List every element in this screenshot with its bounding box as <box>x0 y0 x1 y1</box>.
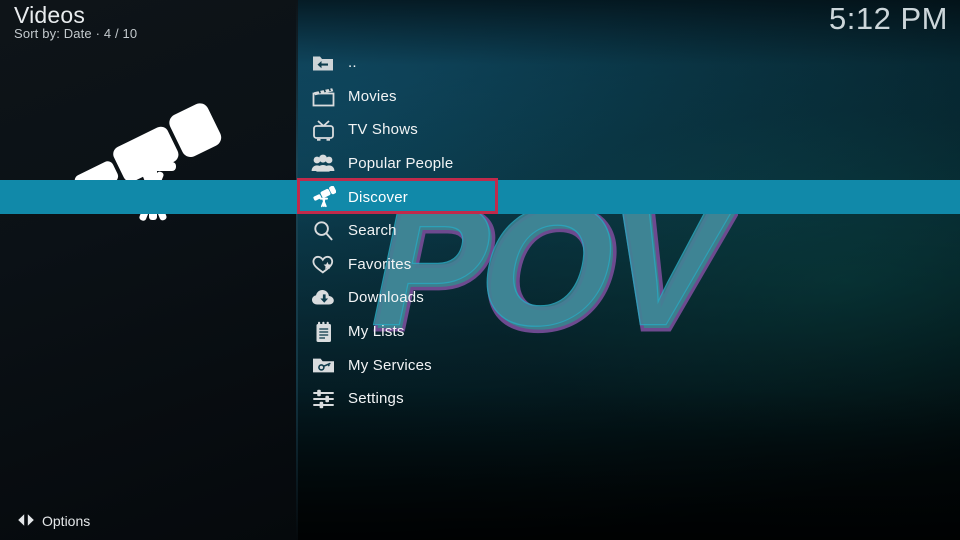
menu-item-search[interactable]: Search <box>0 214 960 248</box>
options-label[interactable]: Options <box>42 513 90 529</box>
menu-item-label: Discover <box>348 188 408 206</box>
menu-item-downloads[interactable]: Downloads <box>0 281 960 315</box>
folder-key-icon <box>310 352 336 378</box>
menu-item-discover[interactable]: Discover <box>0 180 960 214</box>
sort-info: Sort by: Date · 4 / 10 <box>14 26 138 41</box>
heart-star-icon <box>310 251 336 277</box>
magnifier-icon <box>310 218 336 244</box>
menu-item-settings[interactable]: Settings <box>0 382 960 416</box>
menu-item-my-lists[interactable]: My Lists <box>0 315 960 349</box>
left-right-arrows-icon <box>17 512 35 528</box>
menu-item-label: My Lists <box>348 323 405 341</box>
footer-bar: Options <box>0 496 298 540</box>
folder-back-icon <box>310 50 336 76</box>
menu-item-label: TV Shows <box>348 121 418 139</box>
menu-item-label: Downloads <box>348 289 425 307</box>
clapperboard-icon <box>310 83 336 109</box>
menu-item-label: Movies <box>348 87 397 105</box>
sliders-icon <box>310 386 336 412</box>
television-icon <box>310 117 336 143</box>
telescope-icon <box>310 184 336 210</box>
notepad-icon <box>310 319 336 345</box>
menu-item-tv-shows[interactable]: TV Shows <box>0 113 960 147</box>
clock: 5:12 PM <box>829 1 948 36</box>
menu-item-label: Settings <box>348 390 404 408</box>
main-menu-list: .. Movies TV Shows Popular People Discov… <box>0 46 960 416</box>
menu-item-my-services[interactable]: My Services <box>0 348 960 382</box>
people-group-icon <box>310 151 336 177</box>
menu-item-label: Popular People <box>348 155 454 173</box>
kodi-screen: POV POV Videos Sort by: Date · 4 / 10 5:… <box>0 0 960 540</box>
menu-item-label: Search <box>348 222 397 240</box>
page-title: Videos <box>14 2 86 28</box>
menu-item-popular-people[interactable]: Popular People <box>0 147 960 181</box>
menu-item-label: Favorites <box>348 255 412 273</box>
menu-item-favorites[interactable]: Favorites <box>0 248 960 282</box>
header-bar: Videos Sort by: Date · 4 / 10 5:12 PM <box>0 0 960 46</box>
cloud-download-icon <box>310 285 336 311</box>
menu-item-parent-folder[interactable]: .. <box>0 46 960 80</box>
menu-item-label: .. <box>348 54 357 72</box>
menu-item-label: My Services <box>348 356 432 374</box>
menu-item-movies[interactable]: Movies <box>0 80 960 114</box>
